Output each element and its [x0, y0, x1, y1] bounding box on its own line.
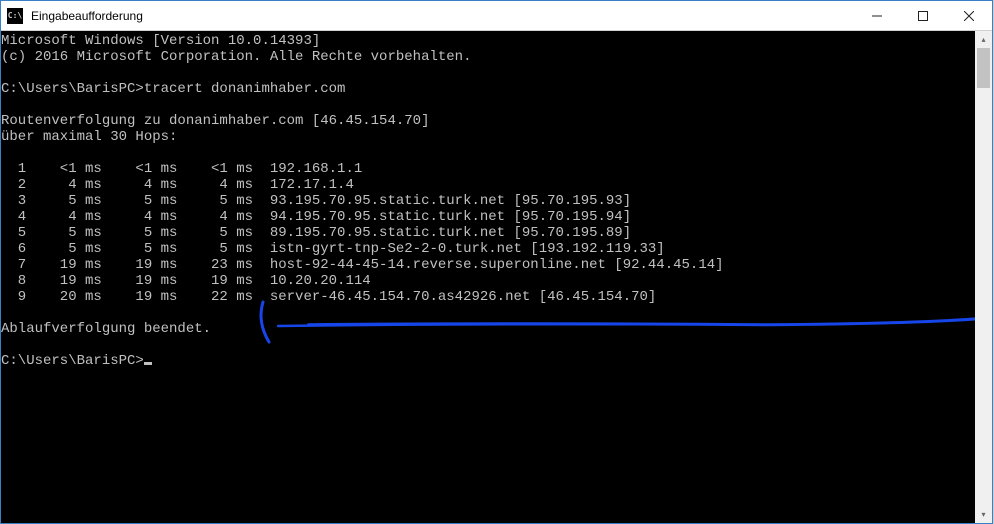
- terminal-area: Microsoft Windows [Version 10.0.14393] (…: [1, 31, 992, 523]
- hop-line: 7 19 ms 19 ms 23 ms host-92-44-45-14.rev…: [1, 257, 724, 273]
- minimize-button[interactable]: [854, 1, 900, 30]
- cmd-icon: C:\: [7, 8, 23, 24]
- titlebar[interactable]: C:\ Eingabeaufforderung: [1, 1, 992, 31]
- scrollbar-track[interactable]: [975, 48, 992, 506]
- vertical-scrollbar[interactable]: ▴ ▾: [975, 31, 992, 523]
- hop-line: 3 5 ms 5 ms 5 ms 93.195.70.95.static.tur…: [1, 193, 631, 209]
- window-title: Eingabeaufforderung: [29, 9, 854, 23]
- terminal-output[interactable]: Microsoft Windows [Version 10.0.14393] (…: [1, 31, 975, 523]
- hop-line: 6 5 ms 5 ms 5 ms istn-gyrt-tnp-Se2-2-0.t…: [1, 241, 665, 257]
- hop-line: 1 <1 ms <1 ms <1 ms 192.168.1.1: [1, 161, 362, 177]
- output-line: Routenverfolgung zu donanimhaber.com [46…: [1, 113, 429, 129]
- output-line: Ablaufverfolgung beendet.: [1, 321, 211, 337]
- prompt-line: C:\Users\BarisPC>tracert donanimhaber.co…: [1, 81, 345, 97]
- scroll-down-arrow-icon[interactable]: ▾: [975, 506, 992, 523]
- output-line: Microsoft Windows [Version 10.0.14393]: [1, 33, 320, 49]
- hop-line: 5 5 ms 5 ms 5 ms 89.195.70.95.static.tur…: [1, 225, 631, 241]
- hop-line: 8 19 ms 19 ms 19 ms 10.20.20.114: [1, 273, 371, 289]
- scrollbar-thumb[interactable]: [977, 48, 990, 88]
- scroll-up-arrow-icon[interactable]: ▴: [975, 31, 992, 48]
- maximize-button[interactable]: [900, 1, 946, 30]
- close-button[interactable]: [946, 1, 992, 30]
- cursor: [144, 362, 152, 365]
- output-line: (c) 2016 Microsoft Corporation. Alle Rec…: [1, 49, 471, 65]
- prompt-line: C:\Users\BarisPC>: [1, 353, 144, 369]
- hop-line: 4 4 ms 4 ms 4 ms 94.195.70.95.static.tur…: [1, 209, 631, 225]
- command-prompt-window: C:\ Eingabeaufforderung Microsoft Window…: [0, 0, 993, 524]
- output-line: über maximal 30 Hops:: [1, 129, 177, 145]
- hop-line: 9 20 ms 19 ms 22 ms server-46.45.154.70.…: [1, 289, 656, 305]
- hop-line: 2 4 ms 4 ms 4 ms 172.17.1.4: [1, 177, 354, 193]
